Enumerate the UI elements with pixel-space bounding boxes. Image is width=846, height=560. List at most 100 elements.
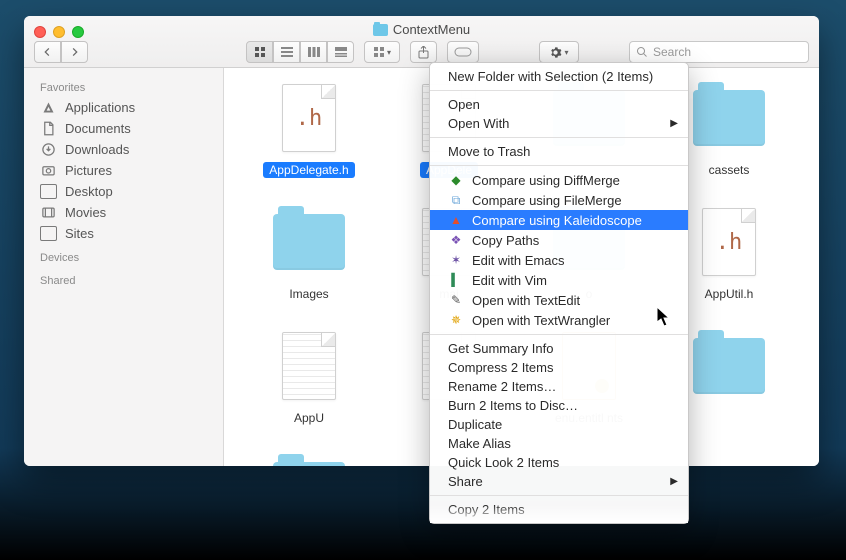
action-button[interactable]: ▾ xyxy=(539,41,579,63)
context-menu-item[interactable]: Quick Look 2 Items xyxy=(430,453,688,472)
context-menu-item[interactable]: Duplicate xyxy=(430,415,688,434)
share-icon xyxy=(418,46,429,59)
desktop-icon xyxy=(40,184,57,199)
file-icon xyxy=(273,202,345,282)
context-menu-item-label: Compare using DiffMerge xyxy=(472,173,620,188)
vim-icon: ▍ xyxy=(448,272,464,288)
file-item[interactable]: .h AppDelegate.h xyxy=(244,78,374,198)
sidebar-item-desktop[interactable]: Desktop xyxy=(24,181,223,202)
context-menu-item[interactable]: ◆Compare using DiffMerge xyxy=(430,170,688,190)
context-menu-item[interactable]: New Folder with Selection (2 Items) xyxy=(430,67,688,86)
context-menu-item[interactable]: Open With▶ xyxy=(430,114,688,133)
file-icon: .h xyxy=(273,78,345,158)
gear-icon xyxy=(549,46,562,59)
context-menu-item[interactable]: Move to Trash xyxy=(430,142,688,161)
search-field[interactable]: Search xyxy=(629,41,809,63)
grid-icon xyxy=(373,46,385,58)
context-menu-item[interactable]: ✎ Open with TextEdit xyxy=(430,290,688,310)
share-button[interactable] xyxy=(410,41,437,63)
column-view-button[interactable] xyxy=(300,41,327,63)
context-menu-item[interactable]: Share▶ xyxy=(430,472,688,491)
context-menu-item[interactable]: Open xyxy=(430,95,688,114)
tags-group xyxy=(447,41,479,63)
context-menu-item[interactable]: Get Summary Info xyxy=(430,339,688,358)
context-menu-item-label: Get Summary Info xyxy=(448,341,553,356)
chevron-left-icon xyxy=(43,47,52,57)
context-menu-separator xyxy=(430,495,688,496)
context-menu-item[interactable]: ▲Compare using Kaleidoscope xyxy=(430,210,688,230)
context-menu-item-label: Compare using FileMerge xyxy=(472,193,622,208)
tags-button[interactable] xyxy=(447,41,479,63)
sidebar: Favorites Applications Documents Downloa… xyxy=(24,68,224,466)
filemerge-icon: ⧉ xyxy=(448,192,464,208)
context-menu-item-label: Edit with Vim xyxy=(472,273,547,288)
context-menu-item-label: Make Alias xyxy=(448,436,511,451)
sidebar-item-downloads[interactable]: Downloads xyxy=(24,139,223,160)
context-menu-item-label: Duplicate xyxy=(448,417,502,432)
list-icon xyxy=(281,47,293,57)
icon-view-button[interactable] xyxy=(246,41,273,63)
sidebar-header-devices: Devices xyxy=(24,244,223,267)
context-menu-item-label: Copy Paths xyxy=(472,233,539,248)
context-menu-item-label: Quick Look 2 Items xyxy=(448,455,559,470)
file-icon xyxy=(273,450,345,466)
context-menu: New Folder with Selection (2 Items)OpenO… xyxy=(429,62,689,524)
sidebar-item-documents[interactable]: Documents xyxy=(24,118,223,139)
window-title: ContextMenu xyxy=(24,22,819,37)
file-label: Images xyxy=(283,286,334,302)
context-menu-item-label: New Folder with Selection (2 Items) xyxy=(448,69,653,84)
toolbar: ▾ ▾ Search xyxy=(34,40,809,64)
context-menu-item-label: Rename 2 Items… xyxy=(448,379,556,394)
share-group xyxy=(410,41,437,63)
sidebar-item-movies[interactable]: Movies xyxy=(24,202,223,223)
file-item[interactable] xyxy=(244,450,374,466)
window-body: Favorites Applications Documents Downloa… xyxy=(24,68,819,466)
sidebar-item-sites[interactable]: Sites xyxy=(24,223,223,244)
context-menu-item[interactable]: ⧉ Compare using FileMerge xyxy=(430,190,688,210)
file-item[interactable]: Images xyxy=(244,202,374,322)
context-menu-item-label: Compare using Kaleidoscope xyxy=(472,213,642,228)
context-menu-item[interactable]: Rename 2 Items… xyxy=(430,377,688,396)
coverflow-view-button[interactable] xyxy=(327,41,354,63)
context-menu-item-label: Edit with Emacs xyxy=(472,253,564,268)
context-menu-separator xyxy=(430,137,688,138)
context-menu-item[interactable]: Make Alias xyxy=(430,434,688,453)
context-menu-item[interactable]: Compress 2 Items xyxy=(430,358,688,377)
titlebar: ContextMenu xyxy=(24,16,819,68)
sites-icon xyxy=(40,226,57,241)
arrange-group: ▾ xyxy=(364,41,400,63)
file-label xyxy=(723,410,735,412)
sidebar-item-applications[interactable]: Applications xyxy=(24,97,223,118)
search-placeholder: Search xyxy=(653,45,691,59)
documents-icon xyxy=(40,121,57,136)
search-icon xyxy=(636,46,648,58)
context-menu-item[interactable]: Burn 2 Items to Disc… xyxy=(430,396,688,415)
submenu-arrow-icon: ▶ xyxy=(670,476,678,487)
emacs-icon: ✶ xyxy=(448,252,464,268)
finder-window: ContextMenu xyxy=(24,16,819,466)
context-menu-item-label: Move to Trash xyxy=(448,144,530,159)
chevron-right-icon xyxy=(70,47,79,57)
copypaths-icon: ❖ xyxy=(448,232,464,248)
context-menu-item[interactable]: ✶ Edit with Emacs xyxy=(430,250,688,270)
file-item[interactable]: AppU xyxy=(244,326,374,446)
file-icon: .h xyxy=(693,202,765,282)
context-menu-item[interactable]: ❖ Copy Paths xyxy=(430,230,688,250)
arrange-button[interactable]: ▾ xyxy=(364,41,400,63)
columns-icon xyxy=(308,47,320,57)
file-label: AppUtil.h xyxy=(699,286,760,302)
forward-button[interactable] xyxy=(61,41,88,63)
grid-icon xyxy=(254,46,266,58)
file-label: AppDelegate.h xyxy=(263,162,354,178)
context-menu-separator xyxy=(430,165,688,166)
context-menu-item-label: Open With xyxy=(448,116,509,131)
textedit-icon: ✎ xyxy=(448,292,464,308)
view-group xyxy=(246,41,354,63)
context-menu-item[interactable]: ✵Open with TextWrangler xyxy=(430,310,688,330)
sidebar-item-pictures[interactable]: Pictures xyxy=(24,160,223,181)
back-button[interactable] xyxy=(34,41,61,63)
context-menu-item-label: Open with TextEdit xyxy=(472,293,580,308)
context-menu-item[interactable]: ▍ Edit with Vim xyxy=(430,270,688,290)
mouse-cursor xyxy=(656,306,672,333)
list-view-button[interactable] xyxy=(273,41,300,63)
